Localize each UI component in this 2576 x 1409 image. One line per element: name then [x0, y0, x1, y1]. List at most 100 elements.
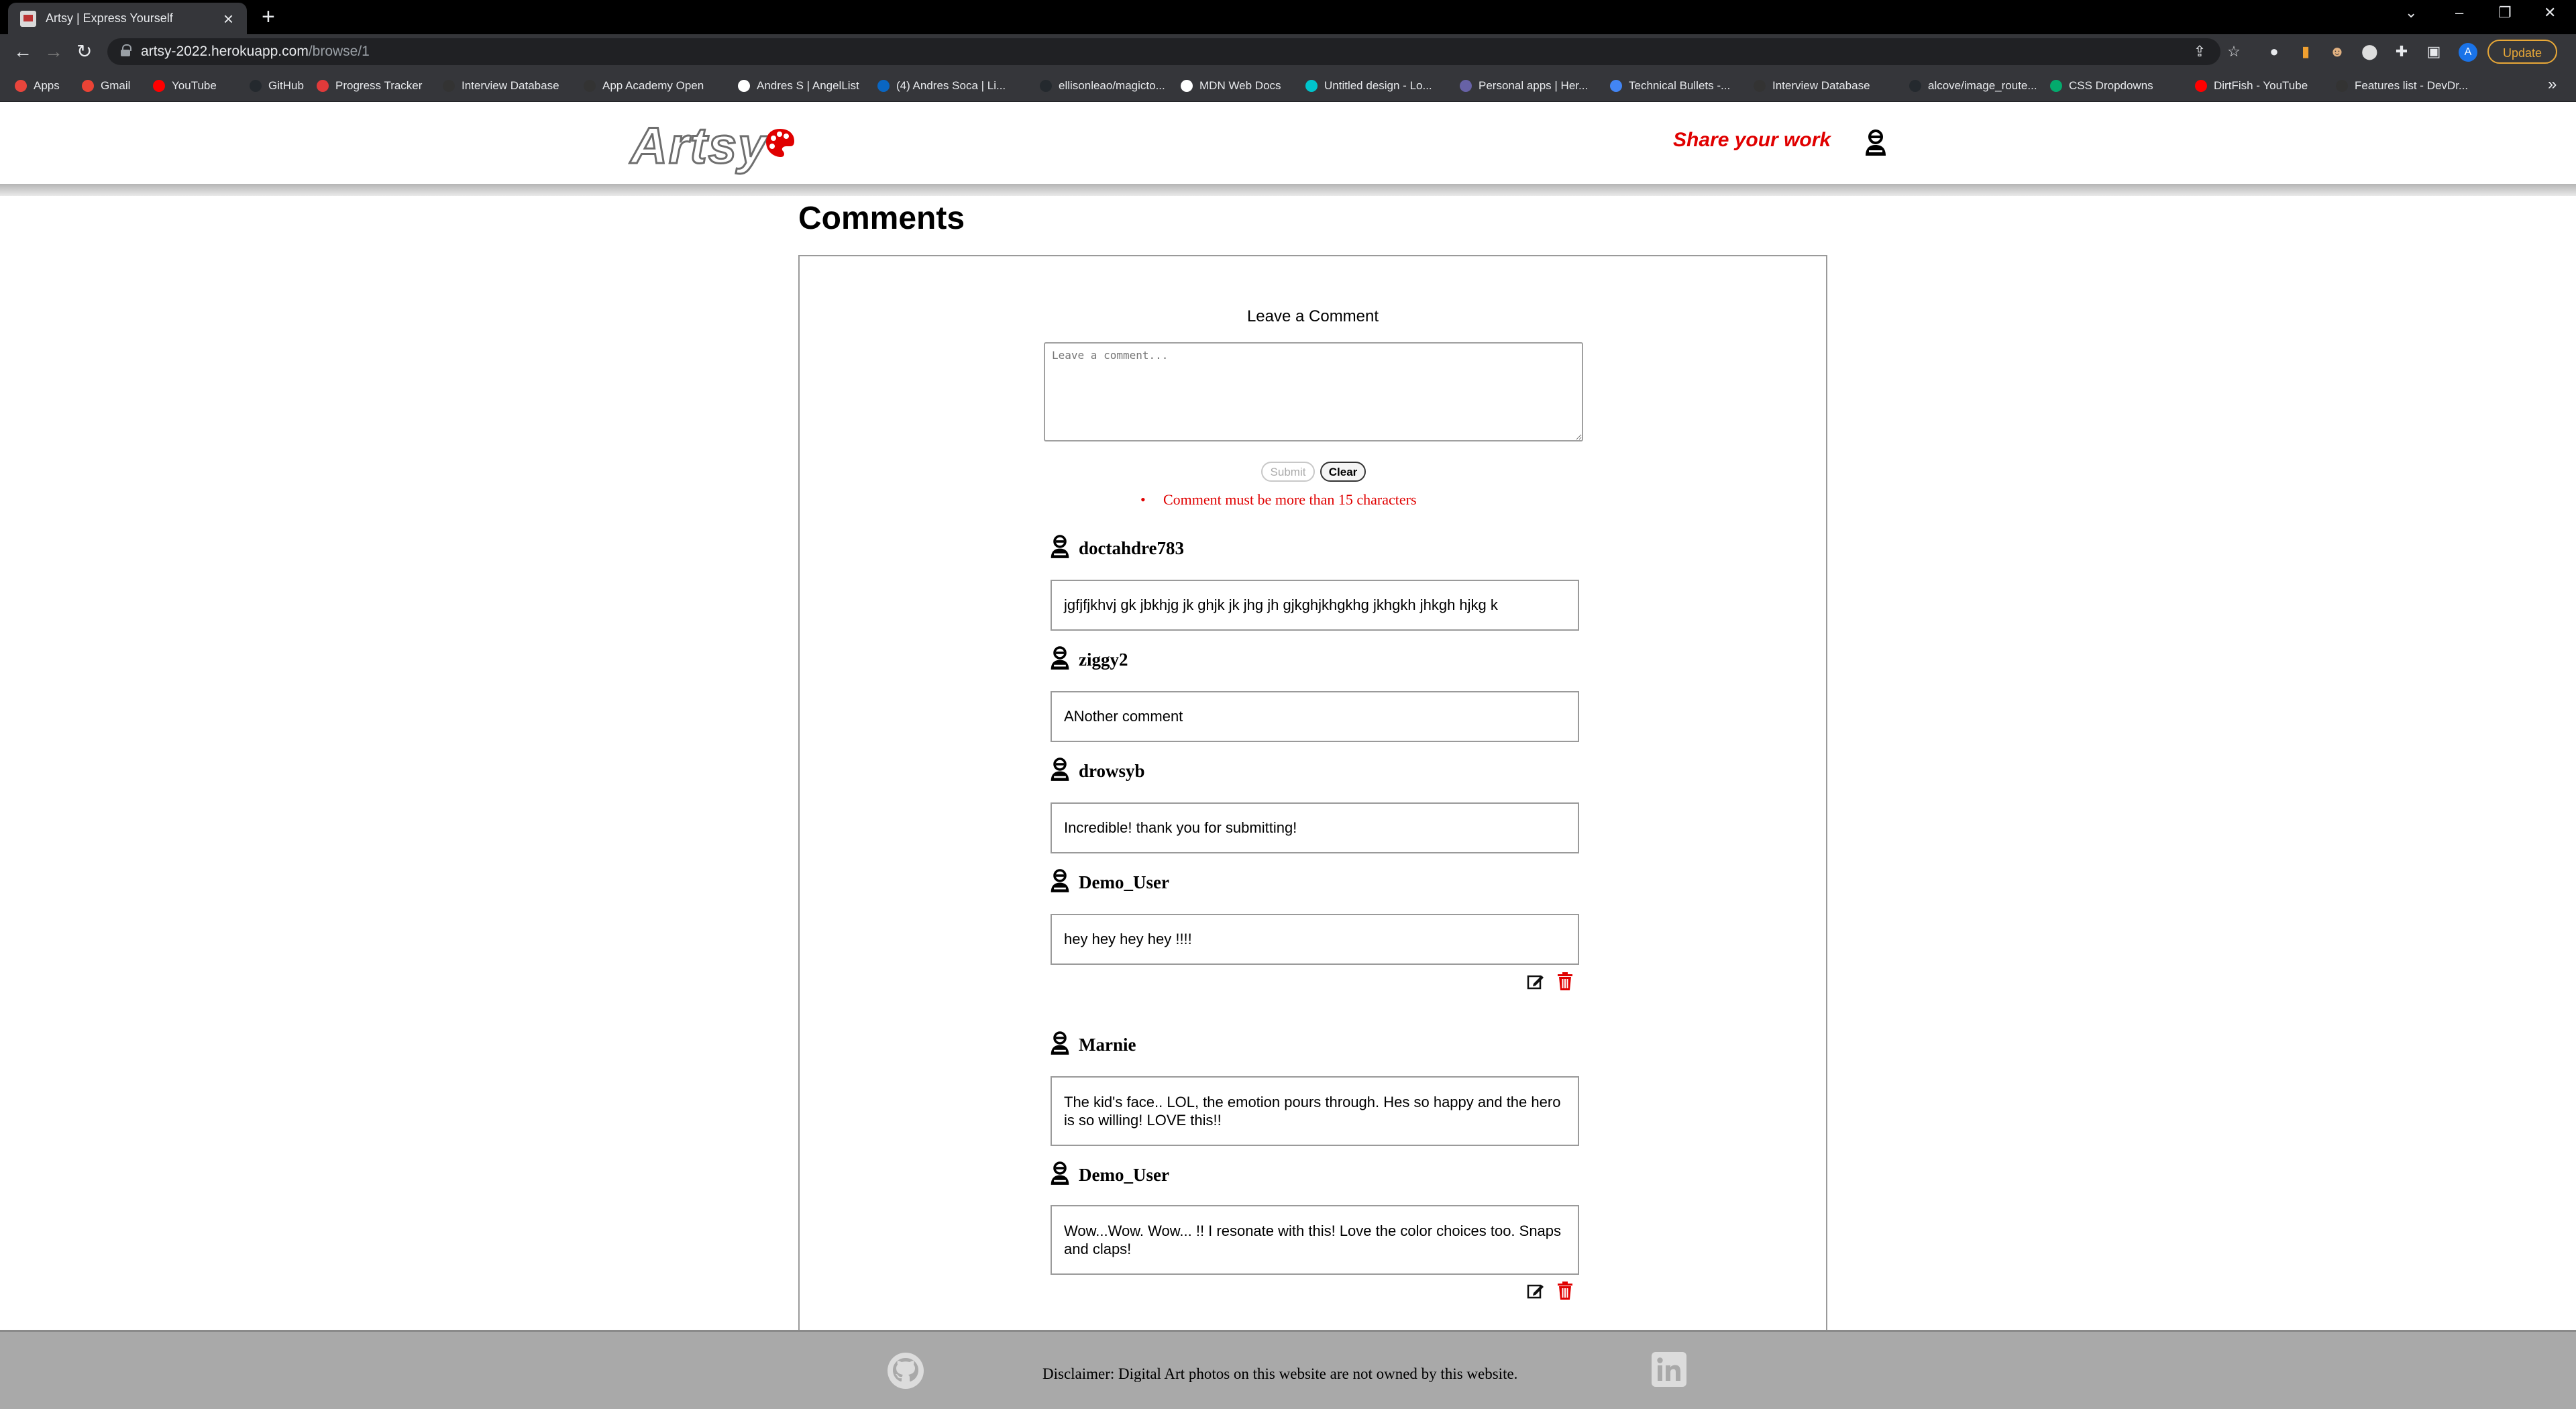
header-divider [0, 184, 2576, 196]
share-page-icon[interactable]: ⇪ [2192, 44, 2208, 60]
site-header: Artsy Share your work [0, 102, 2576, 184]
bookmark-item[interactable]: YouTube [153, 70, 217, 101]
bookmark-label: Technical Bullets -... [1629, 79, 1731, 92]
bookmark-item[interactable]: alcove/image_route... [1909, 70, 2037, 101]
comment-author: drowsyb [1049, 757, 1145, 786]
extension-face-icon[interactable]: ☻ [2329, 44, 2345, 60]
comment-author: doctahdre783 [1049, 534, 1184, 563]
bookmark-item[interactable]: App Academy Open [584, 70, 704, 101]
comment-textarea[interactable] [1044, 342, 1583, 441]
submit-button[interactable]: Submit [1261, 462, 1315, 482]
extensions-puzzle-icon[interactable]: ✚ [2394, 44, 2410, 60]
user-avatar-icon [1049, 868, 1071, 897]
bookmark-item[interactable]: Andres S | AngelList [738, 70, 859, 101]
extension-circle-icon[interactable]: ⬤ [2361, 44, 2378, 60]
bookmark-favicon-icon [15, 79, 27, 92]
bookmark-item[interactable]: Interview Database [443, 70, 559, 101]
delete-comment-icon[interactable] [1555, 1281, 1575, 1301]
bookmark-item[interactable]: DirtFish - YouTube [2195, 70, 2308, 101]
comment-body: ANother comment [1051, 691, 1579, 742]
back-button[interactable]: ← [13, 41, 32, 62]
clear-button[interactable]: Clear [1320, 462, 1366, 482]
update-button[interactable]: Update [2487, 40, 2557, 64]
minimize-button[interactable]: – [2455, 4, 2463, 21]
more-bookmarks-icon[interactable]: » [2548, 75, 2557, 94]
bookmark-label: Interview Database [1772, 79, 1870, 92]
artsy-logo[interactable]: Artsy [629, 117, 796, 176]
address-bar[interactable]: artsy-2022.herokuapp.com/browse/1 ⇪ ☆ [107, 38, 2241, 65]
bookmark-item[interactable]: Untitled design - Lo... [1305, 70, 1432, 101]
restore-button[interactable]: ❐ [2498, 4, 2512, 21]
bookmark-label: ellisonleao/magicto... [1059, 79, 1165, 92]
comment-username: drowsyb [1079, 761, 1145, 781]
close-tab-icon[interactable]: × [223, 10, 233, 28]
edit-comment-icon[interactable] [1525, 1281, 1546, 1301]
extension-bottle-icon[interactable]: ▮ [2298, 44, 2314, 60]
bookmark-item[interactable]: CSS Dropdowns [2050, 70, 2153, 101]
extension-dark-icon[interactable]: ● [2266, 44, 2282, 60]
tab-search-icon[interactable]: ⌄ [2405, 4, 2417, 21]
bookmark-item[interactable]: Interview Database [1754, 70, 1870, 101]
user-avatar-icon [1049, 534, 1071, 563]
bookmark-item[interactable]: Apps [15, 70, 60, 101]
url-text: artsy-2022.herokuapp.com/browse/1 [141, 44, 370, 60]
bookmark-favicon-icon [1181, 79, 1193, 92]
comment-body: Wow...Wow. Wow... !! I resonate with thi… [1051, 1205, 1579, 1275]
delete-comment-icon[interactable] [1555, 972, 1575, 992]
bookmark-item[interactable]: ellisonleao/magicto... [1040, 70, 1165, 101]
bookmark-favicon-icon [2195, 79, 2207, 92]
bookmark-favicon-icon [1460, 79, 1472, 92]
bookmark-favicon-icon [153, 79, 165, 92]
site-favicon-icon [20, 10, 36, 27]
bookmark-item[interactable]: GitHub [250, 70, 304, 101]
bookmark-label: YouTube [172, 79, 217, 92]
close-window-button[interactable]: ✕ [2544, 4, 2556, 21]
reload-button[interactable]: ↻ [76, 41, 92, 62]
bookmark-favicon-icon [250, 79, 262, 92]
bookmark-item[interactable]: Personal apps | Her... [1460, 70, 1588, 101]
comment-username: Marnie [1079, 1035, 1136, 1055]
comment-actions [1525, 972, 1575, 992]
bookmark-item[interactable]: Gmail [82, 70, 130, 101]
side-panel-icon[interactable]: ▣ [2426, 44, 2442, 60]
url-path: /browse/1 [308, 44, 370, 59]
bookmark-item[interactable]: Progress Tracker [317, 70, 422, 101]
bookmarks-bar: Apps Gmail YouTube GitHub Progress Tracker In… [0, 70, 2576, 102]
bookmark-label: Progress Tracker [335, 79, 423, 92]
share-your-work-link[interactable]: Share your work [1673, 129, 1831, 152]
bookmark-favicon-icon [1754, 79, 1766, 92]
bookmark-label: Apps [34, 79, 60, 92]
browser-tab-active[interactable]: Artsy | Express Yourself × [8, 3, 247, 34]
new-tab-button[interactable]: + [262, 4, 275, 30]
bookmark-favicon-icon [2336, 79, 2348, 92]
bookmark-favicon-icon [1040, 79, 1052, 92]
bookmark-item[interactable]: MDN Web Docs [1181, 70, 1281, 101]
github-icon[interactable] [887, 1352, 924, 1390]
bookmark-favicon-icon [1305, 79, 1318, 92]
validation-error: Comment must be more than 15 characters [1140, 491, 1417, 509]
comment-author: Demo_User [1049, 1161, 1169, 1190]
browser-toolbar: ← → ↻ artsy-2022.herokuapp.com/browse/1 … [0, 34, 2576, 70]
bookmark-favicon-icon [738, 79, 750, 92]
profile-avatar[interactable]: A [2459, 43, 2477, 62]
comment-username: doctahdre783 [1079, 538, 1185, 558]
page-title: Comments [798, 201, 965, 236]
bookmark-item[interactable]: Technical Bullets -... [1610, 70, 1730, 101]
site-footer: Disclaimer: Digital Art photos on this w… [0, 1330, 2576, 1409]
comment-username: Demo_User [1079, 872, 1169, 892]
user-profile-icon[interactable] [1864, 129, 1888, 157]
lock-icon[interactable] [121, 44, 131, 56]
bookmark-star-icon[interactable]: ☆ [2226, 44, 2242, 60]
bookmark-item[interactable]: Features list - DevDr... [2336, 70, 2468, 101]
user-avatar-icon [1049, 1161, 1071, 1190]
user-avatar-icon [1049, 1031, 1071, 1059]
tab-title: Artsy | Express Yourself [46, 11, 173, 25]
bookmark-favicon-icon [317, 79, 329, 92]
bookmark-favicon-icon [443, 79, 455, 92]
paint-palette-icon [766, 128, 795, 157]
forward-button[interactable]: → [44, 41, 63, 62]
edit-comment-icon[interactable] [1525, 972, 1546, 992]
linkedin-icon[interactable] [1652, 1352, 1686, 1387]
bookmark-label: Features list - DevDr... [2355, 79, 2469, 92]
bookmark-item[interactable]: (4) Andres Soca | Li... [877, 70, 1006, 101]
